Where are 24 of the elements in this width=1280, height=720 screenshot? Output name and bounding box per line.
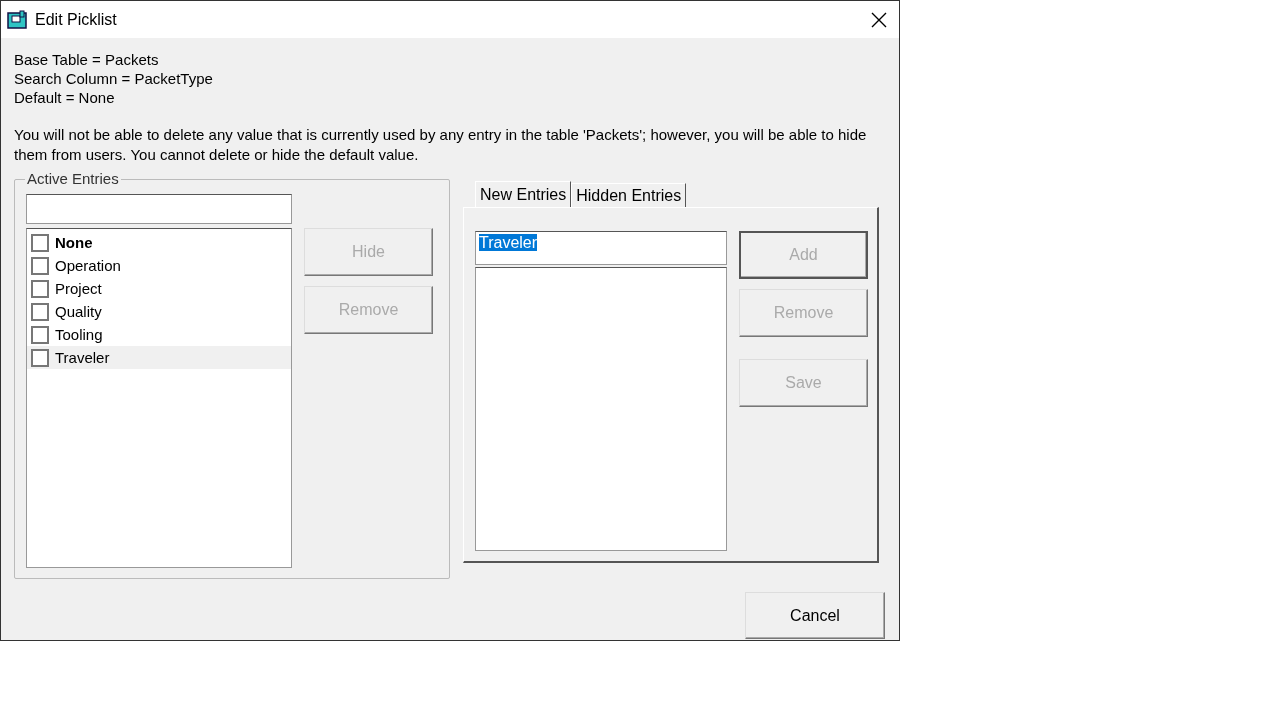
info-text: Base Table = Packets (14, 50, 160, 69)
info-text: Default = None (14, 88, 116, 107)
checkbox[interactable] (31, 256, 49, 275)
checkbox[interactable] (31, 233, 49, 252)
checkbox[interactable] (31, 325, 49, 344)
app-icon (7, 9, 27, 30)
list-item[interactable]: Quality (27, 300, 291, 323)
checkbox[interactable] (31, 279, 49, 298)
list-item[interactable]: None (27, 231, 291, 254)
info-text: Search Column = PacketType (14, 69, 214, 88)
close-icon[interactable] (871, 11, 887, 28)
window-title: Edit Picklist (35, 10, 118, 29)
entry-field[interactable]: Traveler (475, 231, 727, 265)
list-item[interactable]: Tooling (27, 323, 291, 346)
list-item[interactable]: Operation (27, 254, 291, 277)
note-text: You will not be able to delete any value that is currently used by any entry in the table 'Packets'; however, you will be able to hide them from users. You cannot delete or hide the default value. (14, 125, 868, 165)
checkbox[interactable] (31, 348, 49, 367)
checkbox[interactable] (31, 302, 49, 321)
list-item[interactable]: Project (27, 277, 291, 300)
cancel-button[interactable]: Cancel (745, 592, 885, 639)
tab[interactable]: New Entries (475, 181, 572, 207)
tab[interactable]: Hidden Entries (571, 183, 687, 207)
list-item[interactable]: Traveler (27, 346, 291, 369)
filter-field[interactable] (26, 194, 292, 224)
